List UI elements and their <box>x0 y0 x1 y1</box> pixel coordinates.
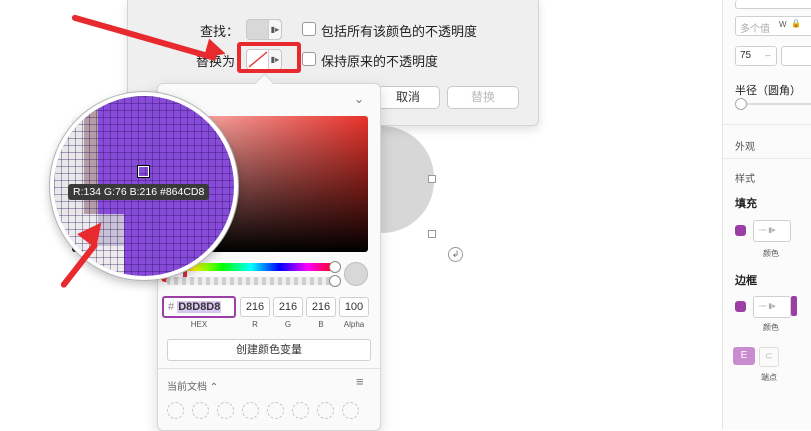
crosshair-icon <box>137 165 150 178</box>
multi-value-text: 多个值 <box>740 24 770 35</box>
color-preview-swatch <box>344 262 368 286</box>
border-color-indicator <box>791 296 797 316</box>
find-label: 查找： <box>200 24 240 39</box>
endpoint-style-button[interactable]: E <box>733 347 755 365</box>
empty-color-slot[interactable] <box>167 402 184 419</box>
alpha-slider[interactable] <box>166 277 336 285</box>
include-opacity-label: 包括所有该颜色的不透明度 <box>321 24 478 39</box>
resize-handle[interactable] <box>428 175 436 183</box>
border-color-well[interactable]: ▫▫▫ ▮▸ <box>753 296 791 318</box>
rotation-field[interactable]: 75 ↔ <box>735 46 777 66</box>
include-opacity-checkbox[interactable] <box>302 22 316 36</box>
empty-color-slot[interactable] <box>317 402 334 419</box>
empty-color-slot[interactable] <box>292 402 309 419</box>
fill-color-caption: 颜色 <box>763 249 779 258</box>
hex-caption: HEX <box>190 320 208 329</box>
endpoint-caption: 端点 <box>761 373 777 382</box>
appearance-heading: 外观 <box>735 142 755 153</box>
empty-color-slot[interactable] <box>342 402 359 419</box>
hex-prefix: # <box>168 301 175 313</box>
divider <box>723 124 811 125</box>
width-label: W <box>779 20 787 29</box>
empty-color-slot[interactable] <box>267 402 284 419</box>
opacity-icon: ▮▸ <box>268 20 281 39</box>
width-field[interactable]: 多个值 W 🔒 <box>735 16 811 36</box>
empty-color-slot[interactable] <box>242 402 259 419</box>
menu-icon[interactable]: ≡ <box>356 374 364 389</box>
lock-icon[interactable]: 🔒 <box>791 19 801 28</box>
pixel-color-readout: R:134 G:76 B:216 #864CD8 <box>68 184 210 200</box>
radius-slider-knob[interactable] <box>735 98 747 110</box>
blue-field[interactable]: 216 <box>306 297 336 317</box>
fill-color-well[interactable]: ▫▫▫ ▮▸ <box>753 220 791 242</box>
keep-opacity-checkbox[interactable] <box>302 52 316 66</box>
chevron-down-icon[interactable]: ⌄ <box>354 92 364 106</box>
create-color-variable-button[interactable]: 创建颜色变量 <box>167 339 371 361</box>
green-field[interactable]: 216 <box>273 297 303 317</box>
border-checkbox[interactable] <box>735 301 746 312</box>
hex-field[interactable]: # D8D8D8 <box>162 296 236 318</box>
flip-icon[interactable]: ↔ <box>764 50 772 59</box>
rotation-value: 75 <box>740 50 752 61</box>
resize-handle[interactable] <box>428 230 436 238</box>
radius-label: 半径（圆角） <box>735 85 801 97</box>
keep-opacity-label: 保持原来的不透明度 <box>321 54 439 69</box>
empty-color-slot[interactable] <box>192 402 209 419</box>
fill-checkbox[interactable] <box>735 225 746 236</box>
alpha-slider-knob[interactable] <box>329 275 341 287</box>
endpoint-style-button[interactable]: ⊂ <box>759 347 779 367</box>
hue-slider-knob[interactable] <box>329 261 341 273</box>
red-caption: R <box>252 320 258 329</box>
field[interactable] <box>781 46 811 66</box>
highlight-box <box>237 42 301 73</box>
inspector-panel: 多个值 W 🔒 75 ↔ 半径（圆角） 外观 样式 填充 ▫▫▫ ▮▸ 颜色 边… <box>722 0 811 429</box>
blue-caption: B <box>318 320 324 329</box>
field[interactable] <box>735 0 811 9</box>
hex-value: D8D8D8 <box>177 301 222 313</box>
red-field[interactable]: 216 <box>240 297 270 317</box>
divider <box>158 368 380 369</box>
alpha-field[interactable]: 100 <box>339 297 369 317</box>
replace-button[interactable]: 替换 <box>447 86 519 109</box>
border-heading: 边框 <box>735 275 757 287</box>
document-colors-dropdown[interactable]: 当前文档 ⌃ <box>167 378 218 393</box>
find-color-swatch[interactable]: ▮▸ <box>246 19 282 40</box>
style-label: 样式 <box>735 174 755 185</box>
rotate-handle-icon[interactable]: ↲ <box>448 247 463 262</box>
cancel-button[interactable]: 取消 <box>376 86 440 109</box>
radius-slider[interactable] <box>739 103 811 105</box>
border-color-caption: 颜色 <box>763 323 779 332</box>
alpha-caption: Alpha <box>343 320 365 329</box>
fill-heading: 填充 <box>735 198 757 210</box>
empty-color-slot[interactable] <box>217 402 234 419</box>
green-caption: G <box>284 320 292 329</box>
divider <box>723 158 811 159</box>
